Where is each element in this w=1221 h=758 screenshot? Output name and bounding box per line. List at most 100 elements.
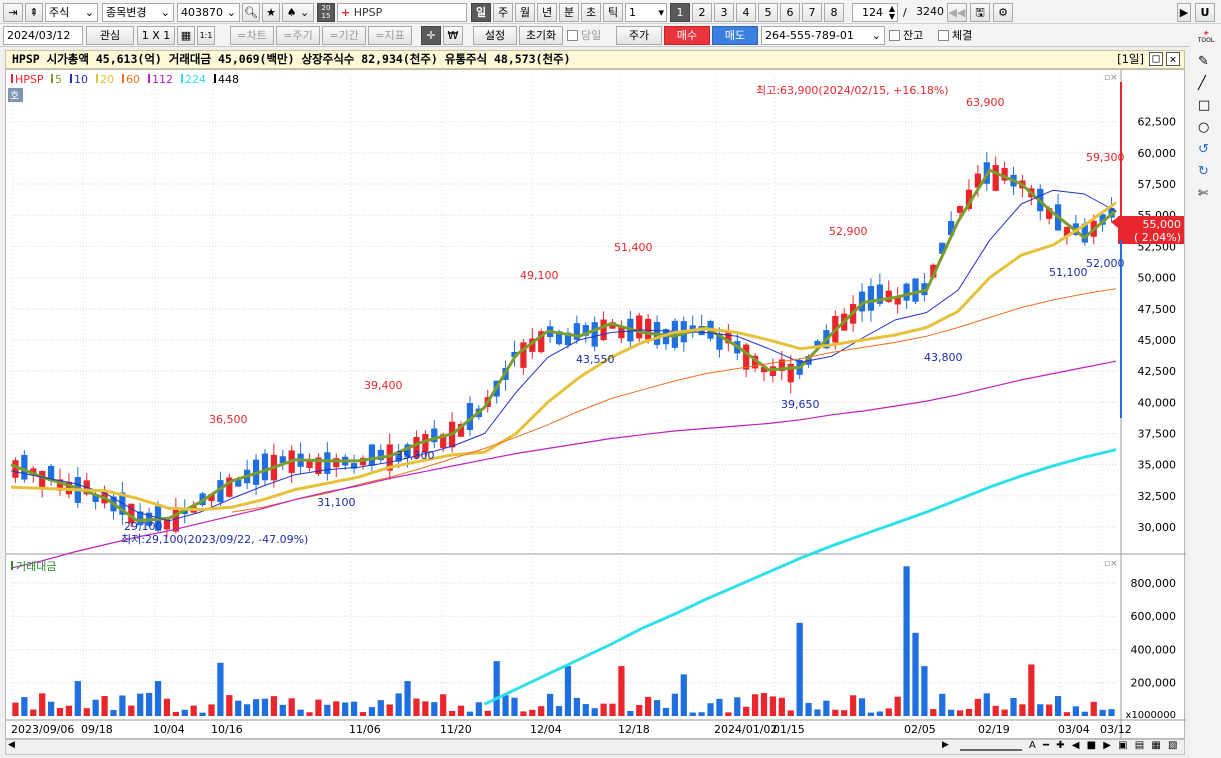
volume-bar [876, 711, 883, 716]
interval-button-6[interactable]: 6 [780, 3, 800, 22]
close-icon[interactable]: × [1166, 52, 1180, 66]
time-tick-label: 2023/09/06 [11, 723, 74, 736]
period-tick[interactable]: 틱 [603, 3, 623, 22]
period-month[interactable]: 월 [515, 3, 535, 22]
star-icon[interactable]: ★ [262, 3, 280, 22]
delete-drawing-icon[interactable]: ✄ [1198, 186, 1208, 200]
interval-button-7[interactable]: 7 [802, 3, 822, 22]
volume-panel-title: 거래대금 [16, 560, 56, 573]
period-year[interactable]: 년 [537, 3, 557, 22]
u-button[interactable]: U [1195, 3, 1215, 22]
volume-tick-label: 200,000 [1131, 677, 1177, 690]
pin-icon[interactable]: ⇞ [25, 3, 43, 22]
volume-bar [867, 712, 875, 716]
sameday-checkbox[interactable]: 당일 [567, 26, 601, 45]
range-button[interactable]: =기간 [322, 26, 366, 45]
eraser-icon[interactable]: ✎ [1198, 54, 1209, 69]
time-tick-label: 03/12 [1100, 723, 1132, 736]
one-to-one-button[interactable]: 1:1 [197, 26, 215, 45]
volume-bar [1081, 711, 1088, 716]
interval-button-4[interactable]: 4 [736, 3, 756, 22]
interval-button-1[interactable]: 1 [670, 3, 690, 22]
search-icon[interactable]: 🔍︎ [242, 3, 260, 22]
symbol-name-field[interactable]: + HPSP [337, 3, 467, 22]
chart-svg[interactable]: 30,000 32,500 35,000 37,500 40,000 42,500 45,0… [6, 70, 1186, 740]
favorites-button[interactable]: 관심 [86, 26, 134, 45]
save-icon[interactable]: 🖫 [970, 3, 990, 22]
scroll-right-icon[interactable]: ▶ [942, 740, 949, 750]
indicator-button[interactable]: =지표 [368, 26, 412, 45]
chart-button[interactable]: =차트 [230, 26, 274, 45]
period-second[interactable]: 초 [581, 3, 601, 22]
candle-body [867, 286, 875, 311]
volume-bar [1010, 697, 1017, 716]
horizontal-scrollbar[interactable]: ◀ ▶ A ━ ✚ ◀ ■ ▶ ▣ ▤ ▦ ▧ [5, 739, 1185, 755]
fill-checkbox[interactable]: 체결 [938, 26, 972, 45]
volume-bar [903, 566, 910, 716]
volume-tick-label: 600,000 [1131, 610, 1177, 623]
gear-icon[interactable]: ⚙ [993, 3, 1013, 22]
reset-button[interactable]: 초기화 [519, 26, 563, 45]
period-day[interactable]: 일 [471, 3, 491, 22]
line-icon[interactable]: ╱ [1198, 76, 1206, 91]
volume-bar [448, 710, 456, 716]
volume-bar [101, 695, 108, 716]
buy-button[interactable]: 매수 [664, 26, 710, 45]
annotation-low: 51,100 [1049, 266, 1088, 279]
maximize-icon[interactable]: □ [1149, 52, 1163, 66]
icon-2015[interactable]: 20 15 [317, 3, 335, 22]
crosshair-icon[interactable]: ✛ [421, 26, 441, 45]
layout-button[interactable]: 1 X 1 [137, 26, 175, 45]
price-tick-label: 35,000 [1138, 459, 1177, 472]
volume-bar [1063, 712, 1071, 716]
period-minute[interactable]: 분 [559, 3, 579, 22]
volume-bar [377, 700, 384, 716]
annotation-high: 63,900 [966, 96, 1005, 109]
date-input[interactable]: 2024/03/12 [3, 26, 83, 45]
period-week[interactable]: 주 [493, 3, 513, 22]
price-button[interactable]: 주가 [616, 26, 662, 45]
ho-badge-label: 호 [10, 90, 19, 102]
redo-icon[interactable]: ↻ [1198, 164, 1209, 179]
chart-nav-icons[interactable]: A ━ ✚ ◀ ■ ▶ ▣ ▤ ▦ ▧ [1029, 740, 1179, 751]
volume-bar [208, 704, 215, 716]
period-value-select[interactable]: 1 ▾ [625, 3, 667, 22]
screen-toggle-icon[interactable]: ⇥ [3, 3, 23, 22]
asset-type-select[interactable]: 주식 ⌄ [45, 3, 98, 22]
interval-button-8[interactable]: 8 [824, 3, 844, 22]
time-tick-label: 10/16 [211, 723, 243, 736]
sell-button[interactable]: 매도 [712, 26, 758, 45]
time-tick-label: 12/18 [618, 723, 650, 736]
bell-icon[interactable]: ♠ ⌄ [282, 3, 314, 22]
candle-body [368, 444, 376, 466]
legend-item-10: 10 [74, 73, 88, 86]
volume-bar [315, 699, 322, 716]
settings-button[interactable]: 설정 [473, 26, 517, 45]
undo-icon[interactable]: ↺ [1198, 142, 1209, 157]
chart-area[interactable]: 30,000 32,500 35,000 37,500 40,000 42,500 45,0… [5, 69, 1186, 740]
volume-bar [538, 706, 545, 716]
tool-icon[interactable]: ✚ TOOL [1194, 30, 1218, 44]
change-symbol-select[interactable]: 종목변경 ⌄ [102, 3, 174, 22]
zoom-slider[interactable] [960, 743, 1022, 751]
cycle-button[interactable]: =주기 [276, 26, 320, 45]
scroll-left-icon[interactable]: ◀ [8, 740, 15, 750]
rectangle-icon[interactable]: □ [1198, 98, 1210, 113]
account-select[interactable]: 264-555-789-01 ⌄ [761, 26, 885, 45]
volume-bar [1072, 706, 1080, 716]
volume-bar [582, 704, 589, 716]
prev-page-icon[interactable]: ◀◀ [947, 3, 967, 22]
circle-icon[interactable]: ○ [1198, 120, 1209, 135]
count-input[interactable]: 124 ▲ ▼ [852, 3, 898, 22]
won-icon[interactable]: ₩ [443, 26, 463, 45]
interval-button-3[interactable]: 3 [714, 3, 734, 22]
annotation-low: 43,550 [576, 353, 615, 366]
annotation-low: 35,300 [396, 449, 435, 462]
balance-checkbox[interactable]: 잔고 [889, 26, 923, 45]
volume-bar [992, 705, 999, 716]
code-input[interactable]: 403870 ⌄ [177, 3, 240, 22]
calendar-icon[interactable]: ▦ [177, 26, 195, 45]
interval-button-2[interactable]: 2 [692, 3, 712, 22]
interval-button-5[interactable]: 5 [758, 3, 778, 22]
collapse-icon[interactable]: ▶ [1177, 3, 1191, 22]
